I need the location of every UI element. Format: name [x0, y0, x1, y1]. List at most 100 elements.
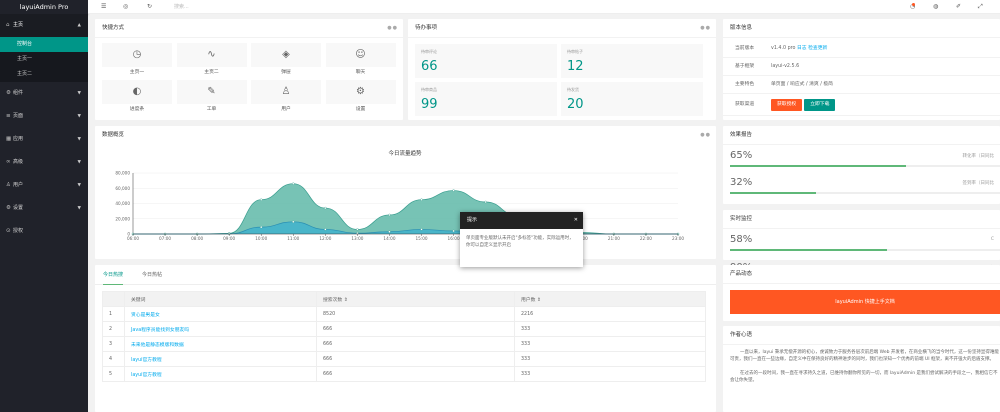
sidebar-item[interactable]: ⊙ 授权 — [0, 220, 88, 243]
sidebar-item-label: 授权 — [13, 228, 24, 234]
table-cell: 333 — [514, 351, 706, 367]
carousel-dots[interactable]: ●● — [700, 126, 711, 145]
changelog-link[interactable]: 日志 — [797, 46, 807, 51]
search-input[interactable]: 搜索... — [174, 0, 189, 14]
check-update-link[interactable]: 检查更新 — [808, 46, 827, 51]
quick-item[interactable]: ◐ 进度条 — [102, 80, 172, 116]
todo-item[interactable]: 待审帖子 12 — [561, 44, 703, 78]
todo-label: 待发货 — [567, 87, 579, 92]
fullscreen-icon[interactable]: ⤢ — [978, 0, 983, 14]
todo-item[interactable]: 待审商品 99 — [415, 82, 557, 116]
card-title: 效果报告 — [723, 126, 1000, 145]
quick-item-label: 用户 — [281, 107, 291, 112]
quick-item[interactable]: ⚙ 设置 — [325, 80, 396, 116]
x-tick-label: 07:00 — [159, 236, 171, 241]
dialog-body: 单页面专业版默认未开启"多标签"功能，实际运用时，你可以自定义显示开启 — [466, 236, 574, 248]
data-point — [388, 213, 391, 217]
keyword-link[interactable]: 未来他是静态模版和数据 — [124, 336, 317, 352]
menu-icon: ⌂ — [6, 22, 10, 28]
sidebar-item[interactable]: ⚙ 设置 ▼ — [0, 197, 88, 220]
keyword-link[interactable]: layui官方教程 — [124, 366, 317, 382]
todo-item[interactable]: 待审评论 66 — [415, 44, 557, 78]
x-tick-label: 06:00 — [127, 236, 139, 241]
quick-item[interactable]: ☺ 聊天 — [325, 43, 396, 79]
table-row: 5 layui官方教程 666 333 — [102, 366, 706, 382]
quick-card: 快捷方式 ●● ◷ 主页一 ∿ 主页二 ◈ 弹层 ☺ 聊天 ◐ 进度条 ✎ 工单 ♙ 用户 ⚙ 设置 — [95, 19, 403, 120]
y-tick-label: 40,000 — [115, 201, 130, 206]
quick-item[interactable]: ◈ 弹层 — [251, 43, 321, 79]
quick-item-label: 聊天 — [355, 70, 366, 75]
chevron-up-icon: ▲ — [77, 23, 81, 28]
quick-item-icon: ◈ — [251, 43, 321, 67]
sidebar-item[interactable]: ∞ 高级 ▼ — [0, 151, 88, 174]
sidebar-item-label: 组件 — [13, 90, 24, 96]
todo-item[interactable]: 待发货 20 — [561, 82, 703, 116]
carousel-dots[interactable]: ●● — [700, 19, 711, 38]
quick-item[interactable]: ✎ 工单 — [176, 80, 247, 116]
progress-bar — [730, 165, 1000, 167]
todo-value: 12 — [567, 59, 584, 74]
sidebar: layuiAdmin Pro ⌂ 主页 ▲ 控制台 主页一 主页二 ⚙ 组件 ▼ ≡ 页面 ▼ ▦ 应用 ▼… — [0, 0, 88, 412]
refresh-icon[interactable]: ↻ — [147, 0, 152, 14]
effect-card: 效果报告 65% 转化率（日同比 32% 签到率（日同比 — [723, 126, 1000, 204]
column-header[interactable]: 搜索次数 ⇕ — [316, 291, 515, 307]
download-button[interactable]: 立即下载 — [804, 99, 836, 111]
keyword-link[interactable]: Java程序员能找到女朋友吗 — [124, 321, 317, 337]
theme-icon[interactable]: ◍ — [933, 0, 938, 14]
chevron-down-icon: ▼ — [77, 160, 81, 165]
sidebar-item[interactable]: ⌂ 主页 ▲ — [0, 14, 88, 37]
quick-item[interactable]: ∿ 主页二 — [176, 43, 247, 79]
chevron-down-icon: ▼ — [77, 137, 81, 142]
quick-item[interactable]: ◷ 主页一 — [102, 43, 172, 79]
y-tick-label: 60,000 — [115, 186, 130, 191]
notification-icon[interactable]: ◔ — [910, 0, 916, 14]
table-tabs: 今日热搜 今日热帖 — [95, 265, 716, 285]
submenu-item[interactable]: 主页二 — [0, 67, 88, 82]
chart-card: 数据概览 ●● 今日流量趋势 0 20,000 40,000 60,000 80,000 06… — [95, 126, 716, 259]
sidebar-item[interactable]: ▦ 应用 ▼ — [0, 128, 88, 151]
todo-card: 待办事项 ●● 待审评论 66 待审帖子 12 待审商品 99 待发货 20 — [408, 19, 716, 120]
get-license-button[interactable]: 获取授权 — [771, 99, 803, 111]
sidebar-item-label: 应用 — [13, 136, 24, 142]
tab-hot-posts[interactable]: 今日热帖 — [142, 265, 162, 285]
version-row: 获取渠道 获取授权 立即下载 — [723, 94, 1000, 116]
sidebar-item-label: 页面 — [13, 113, 24, 119]
quick-item[interactable]: ♙ 用户 — [251, 80, 321, 116]
sidebar-item[interactable]: ♙ 用户 ▼ — [0, 174, 88, 197]
traffic-chart: 今日流量趋势020,00040,00060,00080,00006:00 07:0… — [115, 149, 684, 241]
version-row: 主要特色 单页面 / 响应式 / 清爽 / 极简 — [723, 76, 1000, 94]
column-header[interactable]: 关键词 — [124, 291, 317, 307]
x-tick-label: 11:00 — [287, 236, 299, 241]
carousel-dots[interactable]: ●● — [387, 19, 398, 38]
menu-toggle-icon[interactable]: ☰ — [101, 0, 106, 14]
submenu-item[interactable]: 主页一 — [0, 52, 88, 67]
column-header[interactable] — [102, 291, 125, 307]
keyword-link[interactable]: 贤心是男是女 — [124, 306, 317, 322]
note-icon[interactable]: ✐ — [956, 0, 961, 14]
data-point — [356, 228, 359, 231]
submenu-item[interactable]: 控制台 — [0, 37, 88, 52]
notice-dialog: 提示 ✕ 单页面专业版默认未开启"多标签"功能，实际运用时，你可以自定义显示开启 — [460, 212, 583, 267]
x-tick-label: 12:00 — [319, 236, 331, 241]
quick-item-icon: ◐ — [102, 80, 172, 104]
close-icon[interactable]: ✕ — [574, 212, 578, 229]
menu-icon: ⊙ — [6, 228, 11, 234]
sidebar-item[interactable]: ⚙ 组件 ▼ — [0, 82, 88, 105]
docs-button[interactable]: layuiAdmin 快捷上手文档 — [730, 290, 1000, 314]
quick-item-icon: ♙ — [251, 80, 321, 104]
sidebar-item-label: 设置 — [13, 205, 24, 211]
y-tick-label: 20,000 — [115, 216, 130, 221]
table-row: 1 贤心是男是女 8520 2216 — [102, 306, 706, 322]
tab-hot-search[interactable]: 今日热搜 — [103, 265, 124, 285]
sidebar-item[interactable]: ≡ 页面 ▼ — [0, 105, 88, 128]
data-point — [484, 200, 487, 204]
data-point — [388, 230, 391, 233]
progress-desc: 转化率（日同比 — [962, 154, 995, 159]
website-icon[interactable]: ◎ — [123, 0, 128, 14]
keyword-link[interactable]: layui官方教程 — [124, 351, 317, 367]
data-point — [452, 189, 455, 192]
x-tick-label: 22:00 — [640, 236, 652, 241]
column-header[interactable]: 用户数 ⇕ — [514, 291, 706, 307]
card-title: 版本信息 — [723, 19, 1000, 38]
version-card: 版本信息 当前版本 v1.4.0 pro 日志 检查更新 基于框架 layui-v2.… — [723, 19, 1000, 120]
